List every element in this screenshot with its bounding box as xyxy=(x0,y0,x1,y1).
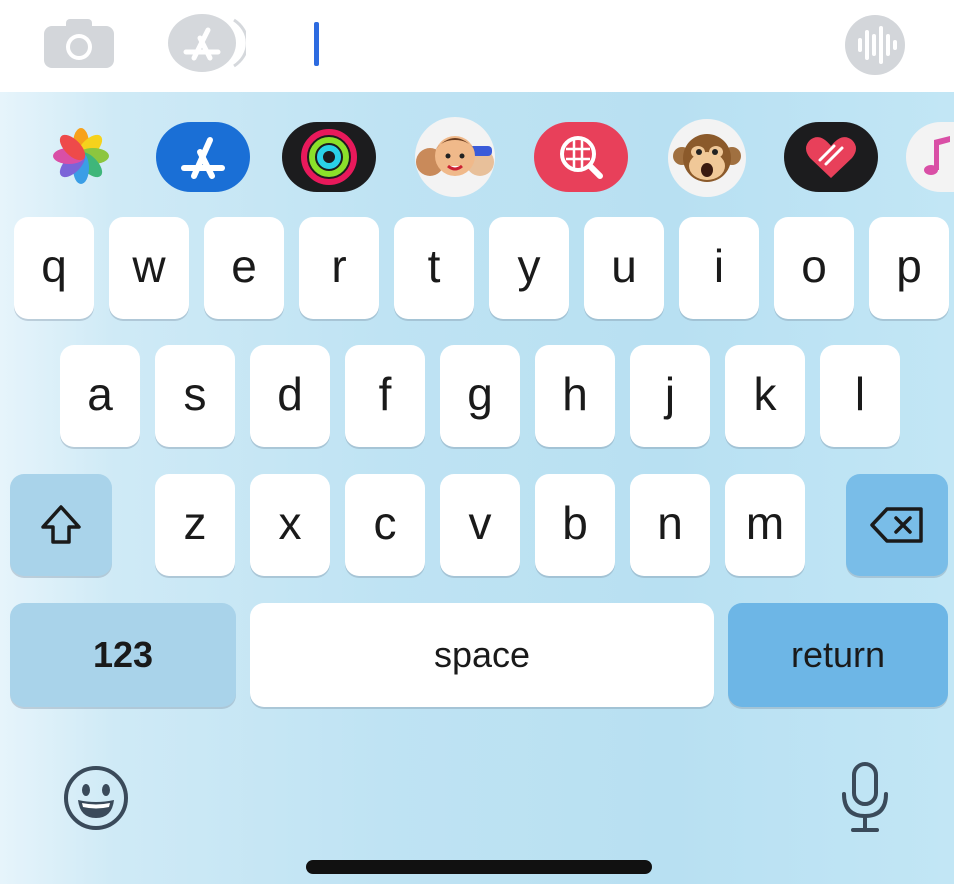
key-t[interactable]: t xyxy=(394,217,474,319)
key-z[interactable]: z xyxy=(155,474,235,576)
key-s[interactable]: s xyxy=(155,345,235,447)
emoji-icon[interactable] xyxy=(62,764,130,832)
music-icon[interactable] xyxy=(906,122,954,192)
key-a[interactable]: a xyxy=(60,345,140,447)
key-b[interactable]: b xyxy=(535,474,615,576)
keyboard: q w e r t y u i o p a s d f g h j k l z … xyxy=(0,92,954,884)
text-cursor xyxy=(314,22,319,66)
key-j[interactable]: j xyxy=(630,345,710,447)
monkey-emoji-icon[interactable] xyxy=(662,118,752,198)
key-h[interactable]: h xyxy=(535,345,615,447)
memoji-icon[interactable] xyxy=(408,116,502,198)
photos-icon[interactable] xyxy=(46,118,116,194)
space-key[interactable]: space xyxy=(250,603,714,707)
digital-touch-icon[interactable] xyxy=(784,122,878,192)
key-x[interactable]: x xyxy=(250,474,330,576)
shift-arrow-icon xyxy=(41,505,81,544)
app-drawer-row xyxy=(0,112,954,204)
key-n[interactable]: n xyxy=(630,474,710,576)
key-v[interactable]: v xyxy=(440,474,520,576)
key-i[interactable]: i xyxy=(679,217,759,319)
return-key[interactable]: return xyxy=(728,603,948,707)
key-e[interactable]: e xyxy=(204,217,284,319)
key-d[interactable]: d xyxy=(250,345,330,447)
key-w[interactable]: w xyxy=(109,217,189,319)
key-k[interactable]: k xyxy=(725,345,805,447)
home-indicator[interactable] xyxy=(306,860,652,874)
shift-key[interactable] xyxy=(10,474,112,576)
delete-key[interactable] xyxy=(846,474,948,576)
key-f[interactable]: f xyxy=(345,345,425,447)
key-r[interactable]: r xyxy=(299,217,379,319)
numbers-key[interactable]: 123 xyxy=(10,603,236,707)
key-g[interactable]: g xyxy=(440,345,520,447)
key-p[interactable]: p xyxy=(869,217,949,319)
key-u[interactable]: u xyxy=(584,217,664,319)
key-c[interactable]: c xyxy=(345,474,425,576)
key-o[interactable]: o xyxy=(774,217,854,319)
message-text-field[interactable] xyxy=(322,20,822,68)
camera-icon[interactable] xyxy=(42,16,116,70)
message-input-bar xyxy=(0,0,954,92)
key-m[interactable]: m xyxy=(725,474,805,576)
app-store-drawer-icon[interactable] xyxy=(164,12,246,74)
microphone-icon[interactable] xyxy=(836,760,894,836)
key-y[interactable]: y xyxy=(489,217,569,319)
app-store-icon[interactable] xyxy=(156,122,250,192)
image-search-icon[interactable] xyxy=(534,122,628,192)
activity-icon[interactable] xyxy=(282,122,376,192)
key-l[interactable]: l xyxy=(820,345,900,447)
audio-message-icon[interactable] xyxy=(844,14,906,76)
key-q[interactable]: q xyxy=(14,217,94,319)
delete-backspace-icon xyxy=(870,507,923,543)
